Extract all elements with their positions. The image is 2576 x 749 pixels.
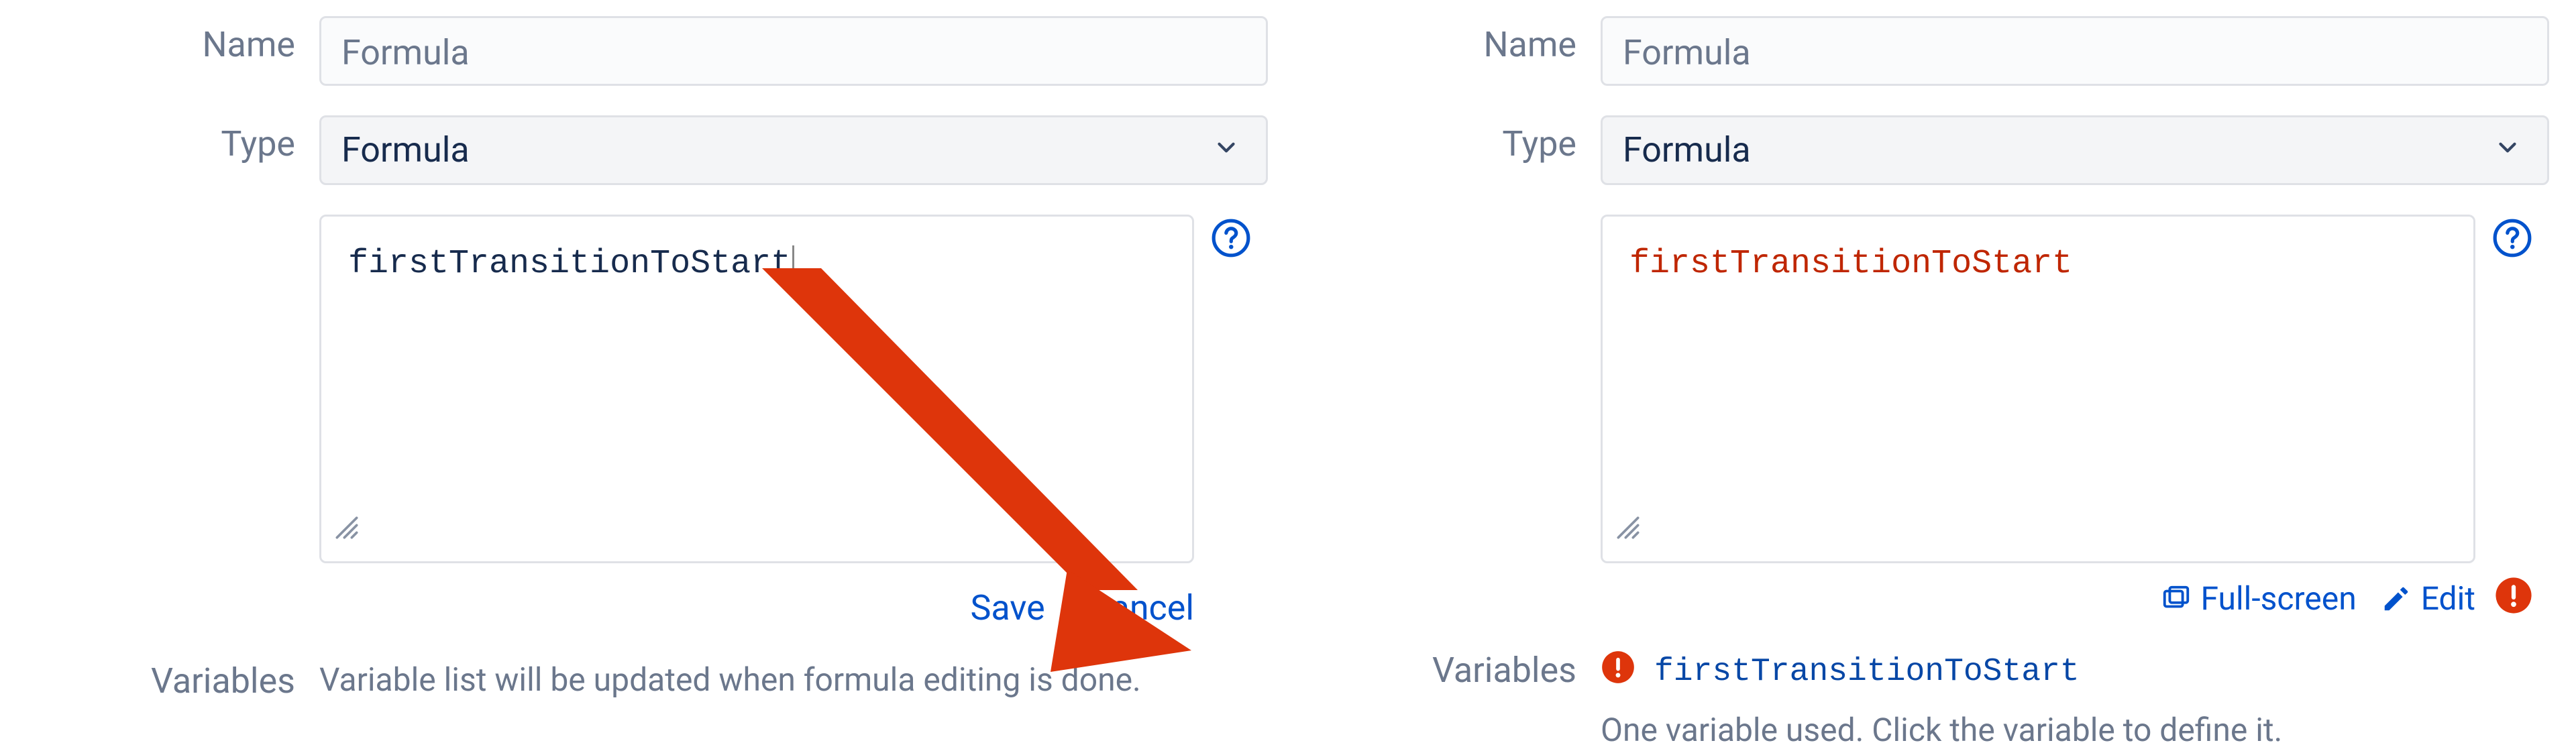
name-field[interactable]: Formula [1601, 16, 2549, 86]
warning-icon[interactable] [2494, 576, 2533, 615]
fullscreen-icon [2161, 583, 2192, 614]
help-icon[interactable] [1210, 217, 1252, 259]
type-select[interactable]: Formula [1601, 115, 2549, 185]
text-caret [792, 245, 794, 283]
formula-editor-panel-editing: Name Formula Type Formula f [27, 0, 1268, 749]
cancel-button[interactable]: Cancel [1088, 587, 1194, 628]
variables-pending-note: Variable list will be updated when formu… [319, 660, 1268, 699]
save-button[interactable]: Save [970, 587, 1044, 628]
warning-icon [1601, 650, 1635, 693]
variables-note: One variable used. Click the variable to… [1601, 711, 2549, 749]
formula-editor[interactable]: firstTransitionToStart [319, 215, 1194, 563]
chevron-down-icon [2493, 115, 2522, 185]
resize-grip-icon [332, 512, 362, 551]
pencil-icon [2381, 583, 2412, 614]
edit-button[interactable]: Edit [2381, 579, 2475, 618]
variable-link[interactable]: firstTransitionToStart [1654, 654, 2080, 690]
type-select[interactable]: Formula [319, 115, 1268, 185]
type-label: Type [27, 115, 295, 164]
formula-editor-panel-saved: Name Formula Type Formula firstTransitio [1308, 0, 2549, 749]
name-label: Name [27, 16, 295, 65]
chevron-down-icon [1212, 115, 1240, 185]
type-select-value: Formula [1623, 115, 1751, 185]
variables-label: Variables [27, 660, 295, 701]
type-label: Type [1308, 115, 1576, 164]
resize-grip-icon [1613, 512, 1643, 551]
formula-preview: firstTransitionToStart [1601, 215, 2475, 563]
formula-editor-content: firstTransitionToStart [348, 244, 794, 284]
variables-label: Variables [1308, 650, 1576, 691]
formula-preview-content: firstTransitionToStart [1629, 244, 2072, 284]
type-select-value: Formula [341, 115, 470, 185]
name-field[interactable]: Formula [319, 16, 1268, 86]
fullscreen-button[interactable]: Full-screen [2161, 579, 2357, 618]
name-label: Name [1308, 16, 1576, 65]
help-icon[interactable] [2491, 217, 2533, 259]
